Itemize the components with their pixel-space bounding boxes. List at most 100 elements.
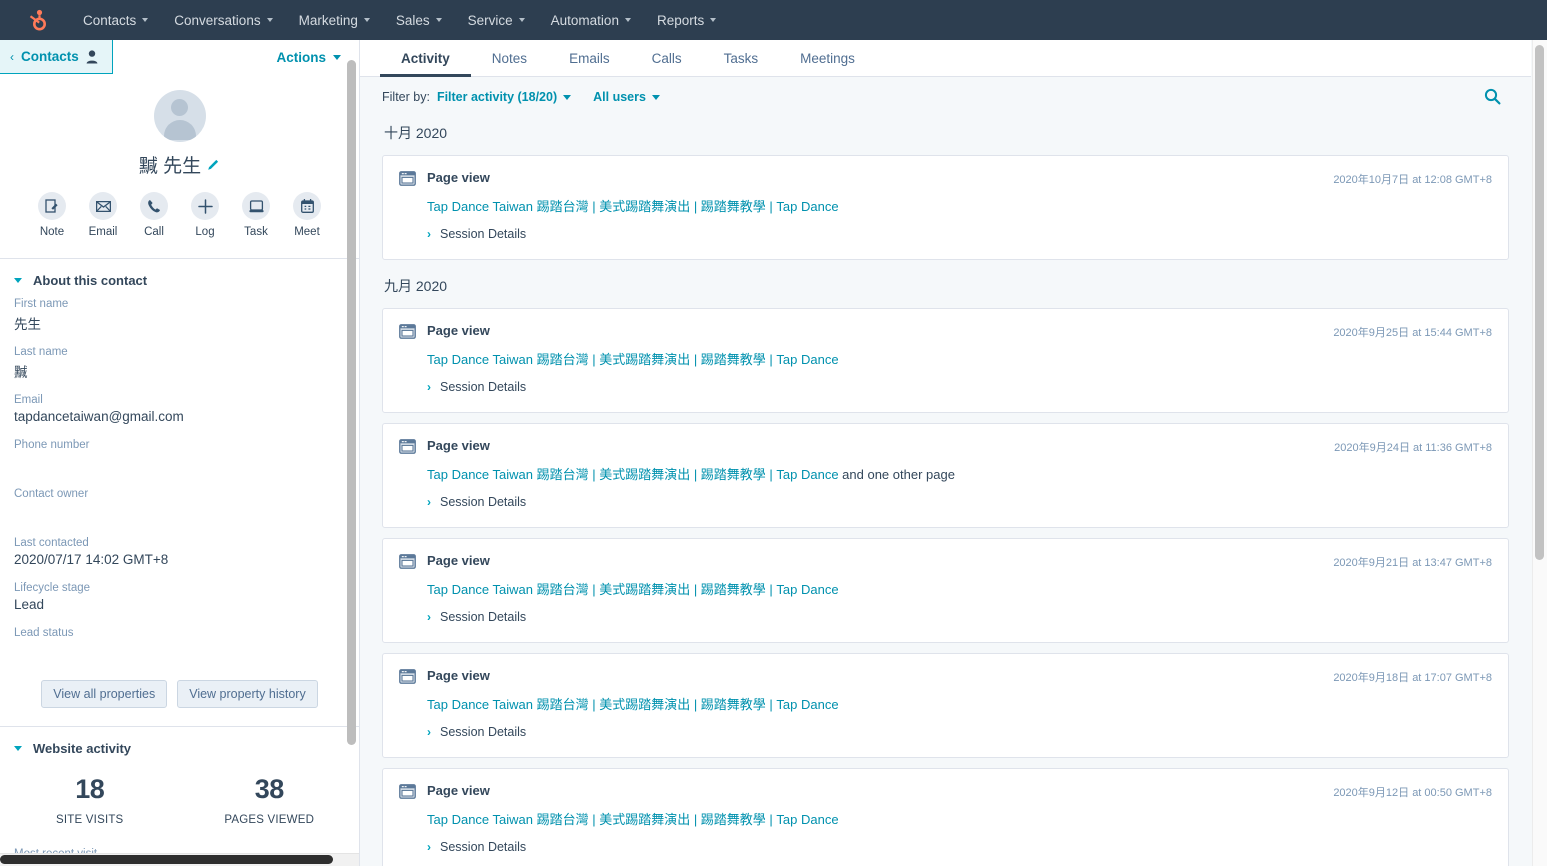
- page-link[interactable]: Tap Dance Taiwan 踢踏台灣 | 美式踢踏舞演出 | 踢踏舞教學 …: [427, 352, 839, 367]
- view-all-properties-button[interactable]: View all properties: [41, 680, 167, 708]
- nav-item-automation[interactable]: Automation: [538, 0, 644, 40]
- session-details-label: Session Details: [440, 495, 526, 509]
- sidebar-horizontal-scrollbar[interactable]: [0, 855, 333, 864]
- contact-name-row: 黬 先生: [0, 151, 359, 178]
- quick-action-note[interactable]: Note: [31, 192, 73, 238]
- quick-action-task[interactable]: Task: [235, 192, 277, 238]
- activity-card[interactable]: Page view2020年9月24日 at 11:36 GMT+8Tap Da…: [382, 423, 1509, 528]
- nav-item-contacts[interactable]: Contacts: [70, 0, 161, 40]
- session-details-label: Session Details: [440, 840, 526, 854]
- view-property-history-button[interactable]: View property history: [177, 680, 318, 708]
- filter-activity-dropdown[interactable]: Filter activity (18/20): [437, 90, 571, 104]
- chevron-down-icon: [364, 18, 370, 22]
- activity-page-row: Tap Dance Taiwan 踢踏台灣 | 美式踢踏舞演出 | 踢踏舞教學 …: [427, 464, 1492, 483]
- filter-by-label: Filter by:: [382, 90, 430, 104]
- about-this-contact-header[interactable]: About this contact: [0, 259, 359, 298]
- nav-item-marketing[interactable]: Marketing: [286, 0, 383, 40]
- activity-type-label: Page view: [427, 668, 490, 683]
- chevron-down-icon: [14, 746, 22, 751]
- search-icon[interactable]: [1479, 83, 1505, 109]
- property-action-buttons: View all properties View property history: [0, 676, 359, 726]
- edit-pencil-icon[interactable]: [207, 158, 220, 171]
- property-lifecycle-stage[interactable]: Lifecycle stage Lead: [0, 582, 359, 614]
- activity-card[interactable]: Page view 2020年9月12日 at 00:50 GMT+8 Tap Da…: [382, 768, 1509, 866]
- tab-label: Notes: [492, 51, 527, 66]
- tab-emails[interactable]: Emails: [548, 40, 631, 76]
- tab-notes[interactable]: Notes: [471, 40, 548, 76]
- chevron-down-icon: [333, 55, 341, 60]
- activity-card[interactable]: Page view2020年10月7日 at 12:08 GMT+8Tap Da…: [382, 155, 1509, 260]
- activity-timestamp: 2020年9月12日 at 00:50 GMT+8: [1333, 783, 1492, 800]
- nav-item-conversations[interactable]: Conversations: [161, 0, 285, 40]
- nav-item-label: Contacts: [83, 13, 136, 28]
- tab-activity[interactable]: Activity: [380, 40, 471, 76]
- page-link[interactable]: Tap Dance Taiwan 踢踏台灣 | 美式踢踏舞演出 | 踢踏舞教學 …: [427, 199, 839, 214]
- sidebar-vertical-scrollbar[interactable]: [347, 60, 356, 745]
- tab-tasks[interactable]: Tasks: [703, 40, 780, 76]
- chevron-right-icon: ›: [427, 725, 431, 739]
- nav-item-service[interactable]: Service: [455, 0, 538, 40]
- activity-type-label: Page view: [427, 553, 490, 568]
- page-link[interactable]: Tap Dance Taiwan 踢踏台灣 | 美式踢踏舞演出 | 踢踏舞教學 …: [427, 582, 839, 597]
- page-link[interactable]: Tap Dance Taiwan 踢踏台灣 | 美式踢踏舞演出 | 踢踏舞教學 …: [427, 697, 839, 712]
- property-label: Lifecycle stage: [14, 582, 345, 594]
- activity-timestamp: 2020年9月24日 at 11:36 GMT+8: [1334, 438, 1492, 455]
- quick-action-log[interactable]: Log: [184, 192, 226, 238]
- activity-timestamp: 2020年9月18日 at 17:07 GMT+8: [1333, 668, 1492, 685]
- activity-card[interactable]: Page view 2020年9月18日 at 17:07 GMT+8 Tap Da…: [382, 653, 1509, 758]
- session-details-toggle[interactable]: ›Session Details: [427, 227, 526, 241]
- chevron-right-icon: ›: [427, 227, 431, 241]
- actions-label: Actions: [276, 50, 326, 65]
- property-first-name[interactable]: First name先生: [0, 298, 359, 333]
- tab-calls[interactable]: Calls: [631, 40, 703, 76]
- page-view-icon: [399, 324, 416, 339]
- stat-site-visits: 18SITE VISITS: [0, 774, 180, 826]
- activity-type-label: Page view: [427, 783, 490, 798]
- property-lead-status[interactable]: Lead status: [0, 627, 359, 663]
- chevron-down-icon: [710, 18, 716, 22]
- log-plus-icon: [191, 192, 219, 220]
- hubspot-logo-icon[interactable]: [22, 7, 48, 33]
- back-to-contacts-button[interactable]: ‹ Contacts: [0, 40, 113, 74]
- activity-card[interactable]: Page view2020年9月25日 at 15:44 GMT+8Tap Da…: [382, 308, 1509, 413]
- about-section-title: About this contact: [33, 273, 147, 288]
- session-details-toggle[interactable]: ›Session Details: [427, 495, 526, 509]
- session-details-toggle[interactable]: ›Session Details: [427, 725, 526, 739]
- nav-item-label: Service: [468, 13, 513, 28]
- property-last-name[interactable]: Last name黬: [0, 346, 359, 381]
- nav-item-sales[interactable]: Sales: [383, 0, 455, 40]
- activity-page-row: Tap Dance Taiwan 踢踏台灣 | 美式踢踏舞演出 | 踢踏舞教學 …: [427, 196, 1492, 215]
- page-link[interactable]: Tap Dance Taiwan 踢踏台灣 | 美式踢踏舞演出 | 踢踏舞教學 …: [427, 467, 839, 482]
- page-link-suffix: and one other page: [839, 467, 955, 482]
- user-filter-dropdown[interactable]: All users: [593, 90, 660, 104]
- main-vertical-scrollbar[interactable]: [1535, 45, 1544, 560]
- page-link[interactable]: Tap Dance Taiwan 踢踏台灣 | 美式踢踏舞演出 | 踢踏舞教學 …: [427, 812, 839, 827]
- filter-activity-label: Filter activity (18/20): [437, 90, 557, 104]
- tab-meetings[interactable]: Meetings: [779, 40, 876, 76]
- chevron-right-icon: ›: [427, 380, 431, 394]
- property-contact-owner[interactable]: Contact owner: [0, 488, 359, 524]
- session-details-label: Session Details: [440, 610, 526, 624]
- property-last-contacted[interactable]: Last contacted2020/07/17 14:02 GMT+8: [0, 537, 359, 569]
- contact-name-text: 黬 先生: [139, 151, 201, 178]
- page-view-icon: [399, 171, 416, 186]
- property-label: Email: [14, 394, 345, 406]
- nav-item-reports[interactable]: Reports: [644, 0, 729, 40]
- email-icon: [89, 192, 117, 220]
- chevron-right-icon: ›: [427, 610, 431, 624]
- property-phone-number[interactable]: Phone number: [0, 439, 359, 475]
- website-activity-header[interactable]: Website activity: [0, 727, 359, 766]
- stat-caption: PAGES VIEWED: [180, 814, 360, 826]
- property-email[interactable]: Emailtapdancetaiwan@gmail.com: [0, 394, 359, 426]
- tab-label: Meetings: [800, 51, 855, 66]
- session-details-toggle[interactable]: ›Session Details: [427, 840, 526, 854]
- activity-page-row: Tap Dance Taiwan 踢踏台灣 | 美式踢踏舞演出 | 踢踏舞教學 …: [427, 809, 1492, 828]
- property-value: Lead: [14, 597, 345, 614]
- session-details-toggle[interactable]: ›Session Details: [427, 380, 526, 394]
- quick-action-call[interactable]: Call: [133, 192, 175, 238]
- activity-card[interactable]: Page view2020年9月21日 at 13:47 GMT+8Tap Da…: [382, 538, 1509, 643]
- session-details-toggle[interactable]: › Session Details: [427, 610, 526, 624]
- activity-type-label: Page view: [427, 170, 490, 185]
- quick-action-meet[interactable]: Meet: [286, 192, 328, 238]
- quick-action-email[interactable]: Email: [82, 192, 124, 238]
